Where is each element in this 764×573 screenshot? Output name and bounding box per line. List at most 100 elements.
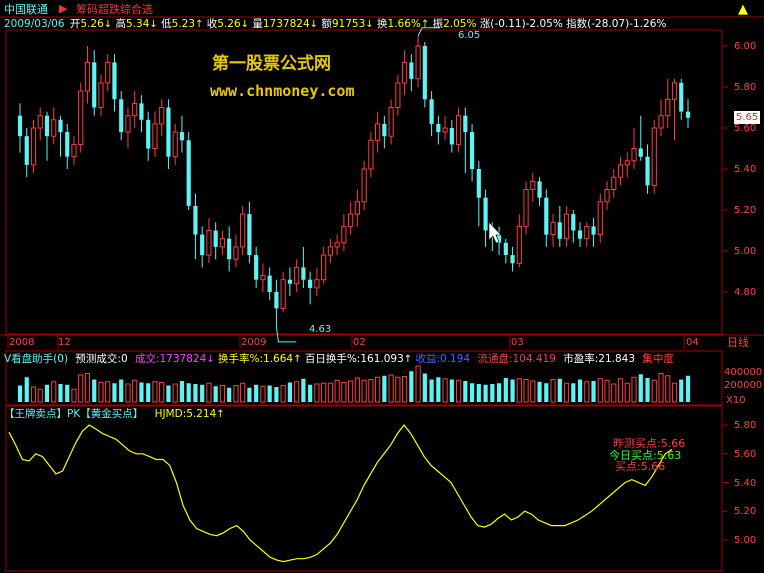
volume-bar-down xyxy=(645,378,650,402)
volume-bar-down xyxy=(213,386,218,402)
volume-bar-down xyxy=(544,383,549,402)
volume-bar-down xyxy=(483,384,488,402)
volume-bar-down xyxy=(247,387,252,402)
volume-bar-up xyxy=(361,379,367,403)
candle-body-up xyxy=(617,164,624,178)
index-value: 指数(-28.07)-1.26% xyxy=(566,18,667,30)
indicator-axis-label: 5.80 xyxy=(734,420,757,431)
volume-bar-up xyxy=(334,379,340,403)
volume-bar-down xyxy=(254,384,259,402)
candle-body-down xyxy=(92,62,97,108)
volume-bar-up xyxy=(671,382,678,403)
volume-bar-down xyxy=(638,374,643,402)
candle-body-up xyxy=(523,189,529,227)
price-axis-label: 5.80 xyxy=(734,82,757,93)
volume-bar-down xyxy=(274,387,279,402)
candle-body-up xyxy=(624,160,630,166)
volume-bar-down xyxy=(476,384,481,402)
volume-bar-up xyxy=(280,385,286,403)
time-axis-label: 02 xyxy=(353,337,366,348)
volume-bar-down xyxy=(429,379,434,402)
volume-bar-up xyxy=(30,386,37,403)
volume-bar-down xyxy=(17,385,23,402)
open-label: 开 xyxy=(69,18,81,30)
price-axis-label: 4.80 xyxy=(734,287,757,298)
volume-bar-down xyxy=(267,385,272,402)
stock-name[interactable]: 中国联通 xyxy=(4,3,48,16)
candle-body-down xyxy=(58,119,63,133)
candle-body-down xyxy=(469,132,475,169)
volume-bar-down xyxy=(510,379,515,402)
candle-body-down xyxy=(591,226,596,235)
candle-body-up xyxy=(37,115,43,129)
volume-bar-up xyxy=(415,365,421,403)
volume-axis-label: 400000 xyxy=(724,367,763,378)
volume-bar-up xyxy=(159,382,165,403)
volume-bar-up xyxy=(658,373,664,403)
volume-bar-up xyxy=(132,379,138,403)
candle-body-down xyxy=(503,242,508,256)
amount-label: 额 xyxy=(321,18,332,30)
volume-bar-down xyxy=(112,383,117,402)
up-arrow-icon: ↑ xyxy=(195,19,204,30)
candle-body-up xyxy=(334,242,340,248)
volume-bar-down xyxy=(119,379,124,402)
candle-body-up xyxy=(368,139,374,170)
volume-axis-label: 200000 xyxy=(724,380,763,391)
candle-body-up xyxy=(206,230,212,256)
indicator-panel-title[interactable]: 【王牌卖点】PK【黄金买点】 xyxy=(4,408,143,420)
candle-body-up xyxy=(354,201,360,215)
low-label: 低 xyxy=(161,18,172,30)
candle-body-down xyxy=(510,255,515,264)
volume-bar-up xyxy=(206,382,212,403)
candle-body-down xyxy=(301,267,306,280)
candle-body-up xyxy=(361,168,367,203)
triangle-marker-icon: ▶ xyxy=(59,2,68,15)
volume-bar-up xyxy=(71,388,77,403)
candle-body-up xyxy=(584,225,590,240)
float-cap: 流通盘:104.419 xyxy=(477,353,556,365)
down-arrow-icon: ↓ xyxy=(240,19,250,30)
candle-body-down xyxy=(247,214,252,256)
volume-bar-down xyxy=(591,381,596,402)
close-label: 收 xyxy=(206,18,218,30)
volume-bar-down xyxy=(409,371,414,402)
candle-body-up xyxy=(159,107,165,125)
candle-body-up xyxy=(84,61,91,92)
candle-body-down xyxy=(65,132,70,157)
volume-bar-down xyxy=(139,382,144,402)
price-axis-label: 5.20 xyxy=(734,205,757,216)
volume-bar-up xyxy=(219,385,226,403)
candle-body-up xyxy=(658,115,664,129)
hjmd-value: HJMD:5.214 xyxy=(154,408,217,420)
volume-bar-down xyxy=(308,384,313,402)
candle-body-down xyxy=(308,279,313,288)
volume-bar-down xyxy=(436,377,441,402)
candle-body-up xyxy=(530,180,536,191)
volume-bar-up xyxy=(611,383,617,403)
volume-bar-down xyxy=(24,377,29,402)
max-price-marker: 6.05 xyxy=(458,30,481,41)
volume-bar-down xyxy=(301,378,306,402)
indicator-name[interactable]: 筹码超跌综合选 xyxy=(76,3,153,16)
volume-bar-up xyxy=(105,381,111,403)
candle-body-up xyxy=(341,225,347,244)
down-arrow-icon: ↓ xyxy=(309,19,319,30)
candle-body-down xyxy=(382,123,387,137)
candle-body-up xyxy=(219,238,226,248)
volume-bar-down xyxy=(503,378,508,402)
up-arrow-icon: ↑ xyxy=(293,354,302,365)
candle-body-down xyxy=(685,111,691,118)
volume-scale[interactable]: X10 xyxy=(726,394,746,407)
down-arrow-icon: ↓ xyxy=(149,19,158,30)
indicator-axis-label: 5.20 xyxy=(734,506,757,517)
candle-body-up xyxy=(260,275,266,281)
candle-body-down xyxy=(429,99,434,124)
alert-triangle-icon[interactable]: ▲ xyxy=(738,3,748,16)
candle-body-down xyxy=(449,128,454,145)
candle-body-up xyxy=(233,246,239,260)
volume-bar-up xyxy=(314,383,320,403)
period-label[interactable]: 日线 xyxy=(727,336,749,349)
candle-body-up xyxy=(280,279,286,309)
volume-panel-title[interactable]: V看盘助手(0) xyxy=(4,353,68,365)
